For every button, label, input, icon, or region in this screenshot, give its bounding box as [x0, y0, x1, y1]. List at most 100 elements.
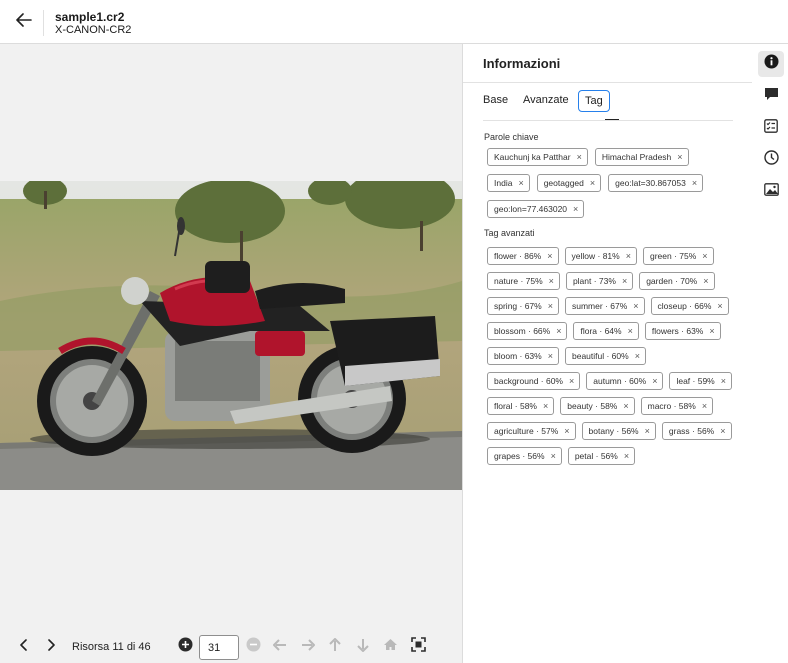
chevron-left-icon: [20, 638, 28, 656]
advanced-tag-label: grass · 56%: [668, 426, 715, 436]
tasks-rail-button[interactable]: [758, 115, 784, 141]
remove-tag-icon[interactable]: ×: [720, 426, 725, 436]
advanced-tag: petal · 56% ×: [567, 447, 636, 465]
fit-to-screen-button[interactable]: [408, 637, 428, 657]
minus-circle-icon: [246, 637, 261, 657]
tabs-divider: [483, 120, 733, 121]
remove-tag-icon[interactable]: ×: [549, 276, 554, 286]
advanced-tag-label: closeup · 66%: [657, 301, 712, 311]
advanced-tag-label: flowers · 63%: [651, 326, 704, 336]
tab-tags[interactable]: Tag: [578, 90, 610, 112]
remove-tag-icon[interactable]: ×: [564, 426, 569, 436]
remove-tag-icon[interactable]: ×: [623, 401, 628, 411]
advanced-tag: green · 75% ×: [642, 247, 714, 265]
remove-tag-icon[interactable]: ×: [692, 178, 697, 188]
keyword-tag-label: geo:lon=77.463020: [494, 204, 568, 214]
advanced-tag: grass · 56% ×: [661, 422, 732, 440]
panel-title: Informazioni: [483, 56, 561, 71]
advanced-tag: summer · 67% ×: [564, 297, 645, 315]
home-icon: [383, 638, 398, 656]
comment-icon: [764, 87, 779, 106]
remove-tag-icon[interactable]: ×: [547, 251, 552, 261]
pan-down-button[interactable]: [353, 637, 373, 657]
advanced-tag: bloom · 63% ×: [487, 347, 559, 365]
remove-tag-icon[interactable]: ×: [645, 426, 650, 436]
remove-tag-icon[interactable]: ×: [543, 401, 548, 411]
keyword-tag-label: Himachal Pradesh: [601, 152, 672, 162]
advanced-tag: beauty · 58% ×: [560, 397, 635, 415]
advanced-tag: beautiful · 60% ×: [564, 347, 646, 365]
pan-left-button[interactable]: [270, 637, 290, 657]
remove-tag-icon[interactable]: ×: [633, 301, 638, 311]
remove-tag-icon[interactable]: ×: [551, 451, 556, 461]
advanced-tag: flower · 86% ×: [487, 247, 559, 265]
advanced-tag: background · 60% ×: [487, 372, 581, 390]
advanced-tag: garden · 70% ×: [639, 272, 715, 290]
remove-tag-icon[interactable]: ×: [652, 376, 657, 386]
remove-tag-icon[interactable]: ×: [573, 204, 578, 214]
pan-right-button[interactable]: [298, 637, 318, 657]
advanced-tag-label: macro · 58%: [647, 401, 696, 411]
remove-tag-icon[interactable]: ×: [577, 152, 582, 162]
side-rail: [752, 44, 788, 663]
advanced-tag: spring · 67% ×: [487, 297, 559, 315]
keyword-tag: Kauchunj ka Patthar ×: [487, 148, 588, 166]
zoom-in-button[interactable]: [175, 637, 195, 657]
remove-tag-icon[interactable]: ×: [721, 376, 726, 386]
previous-resource-button[interactable]: [14, 637, 34, 657]
advanced-tag: macro · 58% ×: [640, 397, 714, 415]
remove-tag-icon[interactable]: ×: [703, 276, 708, 286]
zoom-out-button[interactable]: [243, 637, 263, 657]
advanced-tag: botany · 56% ×: [581, 422, 656, 440]
arrow-left-icon: [273, 638, 287, 656]
history-rail-button[interactable]: [758, 147, 784, 173]
image-viewer: [0, 44, 462, 663]
keyword-tag-label: Kauchunj ka Patthar: [494, 152, 571, 162]
advanced-tags-label: Tag avanzati: [484, 228, 535, 238]
remove-tag-icon[interactable]: ×: [622, 276, 627, 286]
advanced-tag-label: flora · 64%: [580, 326, 622, 336]
remove-tag-icon[interactable]: ×: [548, 351, 553, 361]
comments-rail-button[interactable]: [758, 83, 784, 109]
keywords-list: Kauchunj ka Patthar × Himachal Pradesh × Ind…: [487, 148, 737, 218]
keyword-tag: geotagged ×: [536, 174, 602, 192]
remove-tag-icon[interactable]: ×: [717, 301, 722, 311]
advanced-tag-label: yellow · 81%: [571, 251, 620, 261]
tab-base[interactable]: Base: [483, 94, 508, 106]
remove-tag-icon[interactable]: ×: [635, 351, 640, 361]
remove-tag-icon[interactable]: ×: [709, 326, 714, 336]
info-panel: Informazioni Base Avanzate Tag Parole ch…: [462, 44, 752, 663]
keyword-tag: Himachal Pradesh ×: [594, 148, 689, 166]
advanced-tag: yellow · 81% ×: [564, 247, 637, 265]
zoom-input[interactable]: [199, 635, 239, 660]
history-icon: [763, 150, 779, 170]
remove-tag-icon[interactable]: ×: [702, 251, 707, 261]
info-rail-button[interactable]: [758, 51, 784, 77]
remove-tag-icon[interactable]: ×: [626, 251, 631, 261]
next-resource-button[interactable]: [41, 637, 61, 657]
remove-tag-icon[interactable]: ×: [702, 401, 707, 411]
advanced-tags-list: flower · 86% × yellow · 81% × green · 75% × na…: [487, 247, 737, 465]
remove-tag-icon[interactable]: ×: [677, 152, 682, 162]
advanced-tag: closeup · 66% ×: [650, 297, 729, 315]
keyword-tag: geo:lat=30.867053 ×: [608, 174, 704, 192]
top-bar: sample1.cr2 X-CANON-CR2: [0, 0, 788, 44]
remove-tag-icon[interactable]: ×: [624, 451, 629, 461]
remove-tag-icon[interactable]: ×: [628, 326, 633, 336]
advanced-tag-label: autumn · 60%: [593, 376, 647, 386]
tab-advanced[interactable]: Avanzate: [523, 94, 569, 106]
remove-tag-icon[interactable]: ×: [518, 178, 523, 188]
advanced-tag-label: bloom · 63%: [494, 351, 542, 361]
fit-screen-icon: [410, 637, 426, 657]
remove-tag-icon[interactable]: ×: [569, 376, 574, 386]
remove-tag-icon[interactable]: ×: [590, 178, 595, 188]
pan-up-button[interactable]: [325, 637, 345, 657]
reset-view-button[interactable]: [380, 637, 400, 657]
remove-tag-icon[interactable]: ×: [556, 326, 561, 336]
header-divider: [43, 10, 44, 36]
back-button[interactable]: [12, 10, 36, 34]
renditions-rail-button[interactable]: [758, 179, 784, 205]
advanced-tag-label: nature · 75%: [494, 276, 543, 286]
remove-tag-icon[interactable]: ×: [548, 301, 553, 311]
advanced-tag-label: blossom · 66%: [494, 326, 551, 336]
